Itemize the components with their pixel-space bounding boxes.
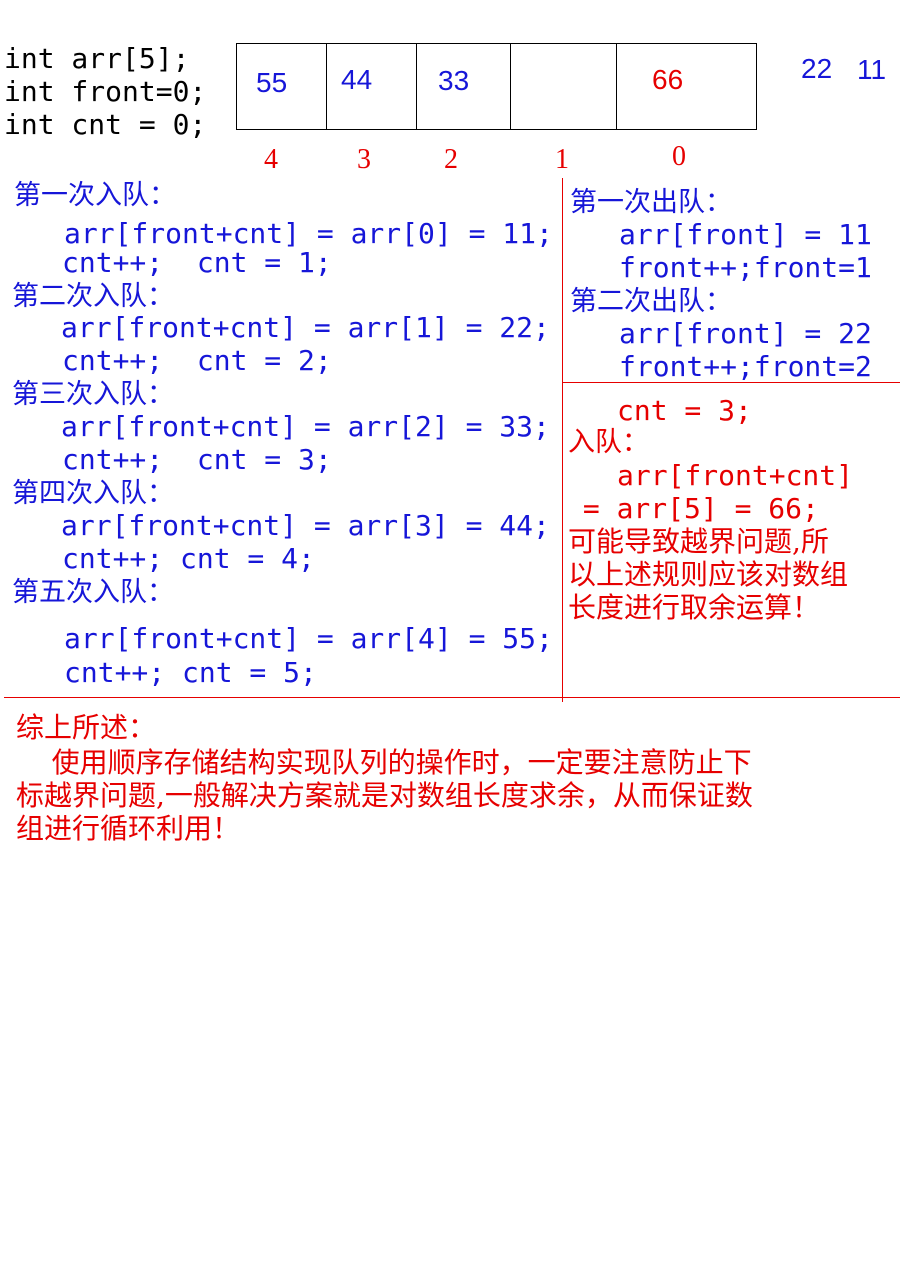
summary-title: 综上所述： [16, 711, 157, 744]
declaration-front: int front=0; [4, 75, 207, 108]
outside-value-11: 11 [857, 54, 887, 85]
array-cell-3: 44 [341, 64, 373, 95]
array-index: 3 [357, 144, 371, 175]
enqueue-3-code: arr[front+cnt] = arr[2] = 33; [61, 410, 550, 443]
dequeue-1-title: 第一次出队： [570, 187, 732, 218]
array-divider [616, 43, 617, 129]
overflow-cnt: cnt = 3; [617, 394, 752, 427]
declaration-cnt: int cnt = 0; [4, 108, 207, 141]
dequeue-2-front: front++;front=2 [619, 350, 872, 383]
enqueue-2-count: cnt++; cnt = 2; [62, 344, 332, 377]
summary-line: 使用顺序存储结构实现队列的操作时，一定要注意防止下 [16, 746, 752, 779]
enqueue-5-title: 第五次入队： [12, 577, 174, 608]
vertical-divider [562, 178, 563, 702]
dequeue-1-code: arr[front] = 11 [619, 218, 872, 251]
array-cell-2: 33 [438, 65, 470, 96]
overflow-note-line: 可能导致越界问题,所 [568, 525, 829, 558]
array-index: 4 [264, 144, 278, 175]
dequeue-2-code: arr[front] = 22 [619, 317, 872, 350]
enqueue-1-count: cnt++; cnt = 1; [62, 246, 332, 279]
dequeue-2-title: 第二次出队： [570, 286, 732, 317]
enqueue-4-count: cnt++; cnt = 4; [62, 542, 315, 575]
array-divider [416, 43, 417, 129]
array-divider [326, 43, 327, 129]
enqueue-4-title: 第四次入队： [12, 478, 174, 509]
overflow-code-2: = arr[5] = 66; [566, 492, 819, 525]
declaration-arr: int arr[5]; [4, 42, 190, 75]
dequeue-1-front: front++;front=1 [619, 251, 872, 284]
array-cell-4: 55 [256, 67, 288, 98]
enqueue-2-code: arr[front+cnt] = arr[1] = 22; [61, 311, 550, 344]
array-index: 0 [672, 141, 686, 172]
overflow-title: 入队： [568, 427, 649, 458]
enqueue-2-title: 第二次入队： [12, 281, 174, 312]
array-index: 1 [555, 144, 569, 175]
enqueue-4-code: arr[front+cnt] = arr[3] = 44; [61, 509, 550, 542]
outside-value-22: 22 [801, 53, 833, 84]
enqueue-1-title: 第一次入队： [14, 180, 176, 211]
summary-divider [4, 697, 900, 698]
overflow-note-line: 以上述规则应该对数组 [568, 558, 849, 591]
enqueue-3-title: 第三次入队： [12, 379, 174, 410]
array-cell-0: 66 [652, 64, 684, 95]
overflow-code-1: arr[front+cnt] [617, 459, 854, 492]
summary-line: 标越界问题,一般解决方案就是对数组长度求余，从而保证数 [16, 779, 753, 812]
array-divider [510, 43, 511, 129]
enqueue-3-count: cnt++; cnt = 3; [62, 443, 332, 476]
overflow-note-line: 长度进行取余运算！ [568, 591, 821, 624]
enqueue-5-count: cnt++; cnt = 5; [64, 656, 317, 689]
summary-line: 组进行循环利用！ [16, 812, 241, 845]
enqueue-5-code: arr[front+cnt] = arr[4] = 55; [64, 622, 553, 655]
array-index: 2 [444, 144, 458, 175]
